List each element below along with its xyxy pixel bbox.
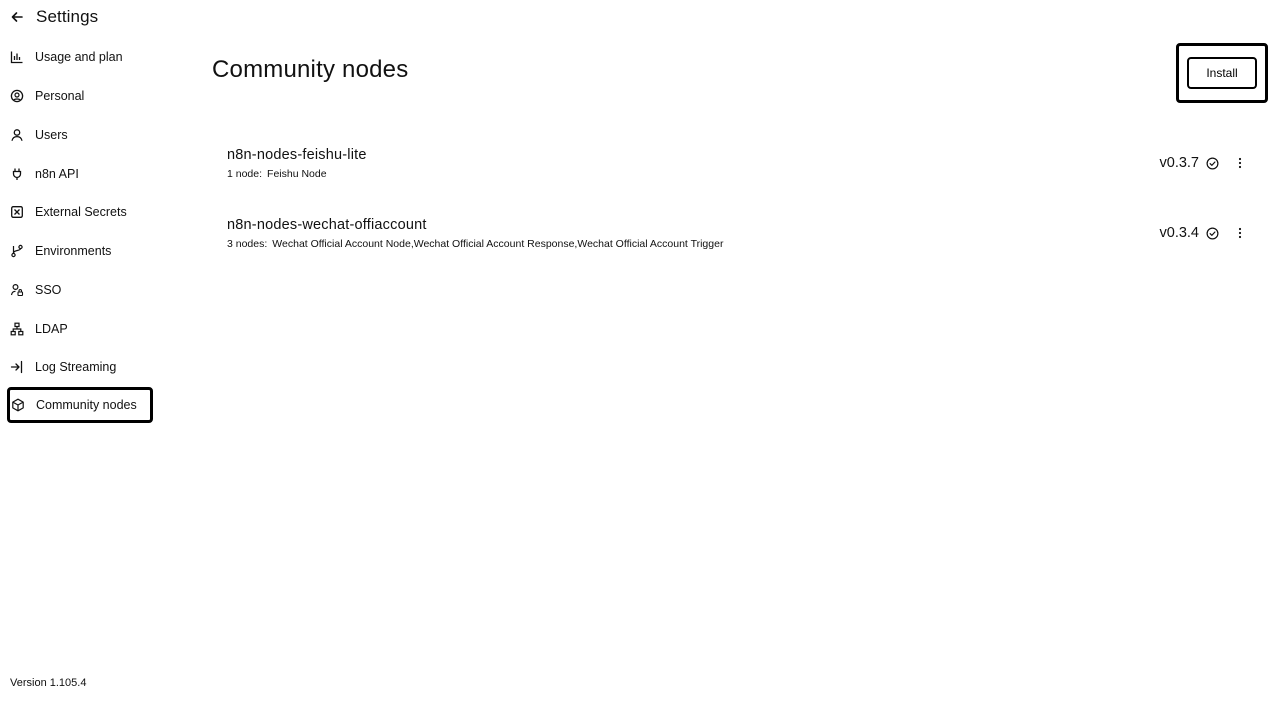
sidebar-item-log-streaming[interactable]: Log Streaming xyxy=(0,348,160,387)
sidebar-item-label: SSO xyxy=(35,282,62,297)
settings-nav: Usage and plan Personal Users n8n API Ex… xyxy=(0,38,160,423)
more-vertical-icon[interactable] xyxy=(1233,155,1247,171)
install-button-highlight: Install xyxy=(1176,43,1268,103)
sidebar-item-usage-and-plan[interactable]: Usage and plan xyxy=(0,38,160,77)
node-count: 3 nodes: xyxy=(227,238,268,250)
sidebar-item-environments[interactable]: Environments xyxy=(0,232,160,271)
node-count: 1 node: xyxy=(227,168,263,180)
main-content: Community nodes Install n8n-nodes-feishu… xyxy=(200,0,1280,706)
sidebar-item-label: LDAP xyxy=(35,321,68,336)
sidebar-item-sso[interactable]: SSO xyxy=(0,271,160,310)
install-button[interactable]: Install xyxy=(1187,57,1257,89)
sidebar-title: Settings xyxy=(36,7,99,26)
more-vertical-icon[interactable] xyxy=(1233,225,1247,241)
package-actions: v0.3.4 xyxy=(1160,225,1248,241)
package-list: n8n-nodes-feishu-lite 1 node: Feishu Node… xyxy=(227,140,1257,280)
network-icon xyxy=(10,322,24,336)
sidebar-header: Settings xyxy=(8,4,98,30)
git-branch-icon xyxy=(10,244,24,258)
user-lock-icon xyxy=(10,283,24,297)
package-card[interactable]: n8n-nodes-wechat-offiaccount 3 nodes: Wec… xyxy=(227,210,1257,280)
node-list: Feishu Node xyxy=(267,168,327,180)
check-circle-icon xyxy=(1205,226,1219,240)
sidebar-item-label: Log Streaming xyxy=(35,360,117,375)
sign-in-icon xyxy=(10,360,24,374)
package-description: 3 nodes: Wechat Official Account Node,Wec… xyxy=(227,238,723,250)
user-circle-icon xyxy=(10,89,24,103)
sidebar-item-label: Personal xyxy=(35,89,85,104)
sidebar-item-community-nodes[interactable]: Community nodes xyxy=(7,386,153,423)
settings-app: Settings Usage and plan Personal Users n… xyxy=(0,0,1280,706)
app-version: Version 1.105.4 xyxy=(10,677,87,689)
sidebar: Settings Usage and plan Personal Users n… xyxy=(0,0,160,706)
package-card[interactable]: n8n-nodes-feishu-lite 1 node: Feishu Node… xyxy=(227,140,1257,210)
chart-bar-icon xyxy=(10,50,24,64)
package-version: v0.3.4 xyxy=(1159,225,1200,241)
sidebar-item-label: n8n API xyxy=(35,166,79,181)
node-list: Wechat Official Account Node,Wechat Offi… xyxy=(272,238,724,250)
vault-icon xyxy=(10,205,24,219)
back-arrow-icon[interactable] xyxy=(8,8,26,26)
sidebar-item-label: Community nodes xyxy=(36,397,137,412)
package-version: v0.3.7 xyxy=(1159,155,1200,171)
plug-icon xyxy=(10,167,24,181)
package-description: 1 node: Feishu Node xyxy=(227,168,327,180)
sidebar-item-external-secrets[interactable]: External Secrets xyxy=(0,193,160,232)
sidebar-item-personal[interactable]: Personal xyxy=(0,77,160,116)
check-circle-icon xyxy=(1205,156,1219,170)
sidebar-item-n8n-api[interactable]: n8n API xyxy=(0,154,160,193)
sidebar-item-label: Usage and plan xyxy=(35,50,123,65)
package-name: n8n-nodes-wechat-offiaccount xyxy=(227,217,427,233)
page-title: Community nodes xyxy=(212,56,409,83)
cube-icon xyxy=(11,398,25,412)
package-actions: v0.3.7 xyxy=(1160,155,1248,171)
sidebar-item-label: External Secrets xyxy=(35,205,127,220)
user-icon xyxy=(10,128,24,142)
sidebar-item-ldap[interactable]: LDAP xyxy=(0,309,160,348)
sidebar-item-users[interactable]: Users xyxy=(0,116,160,155)
sidebar-item-label: Environments xyxy=(35,244,112,259)
package-name: n8n-nodes-feishu-lite xyxy=(227,147,367,163)
sidebar-item-label: Users xyxy=(35,127,68,142)
